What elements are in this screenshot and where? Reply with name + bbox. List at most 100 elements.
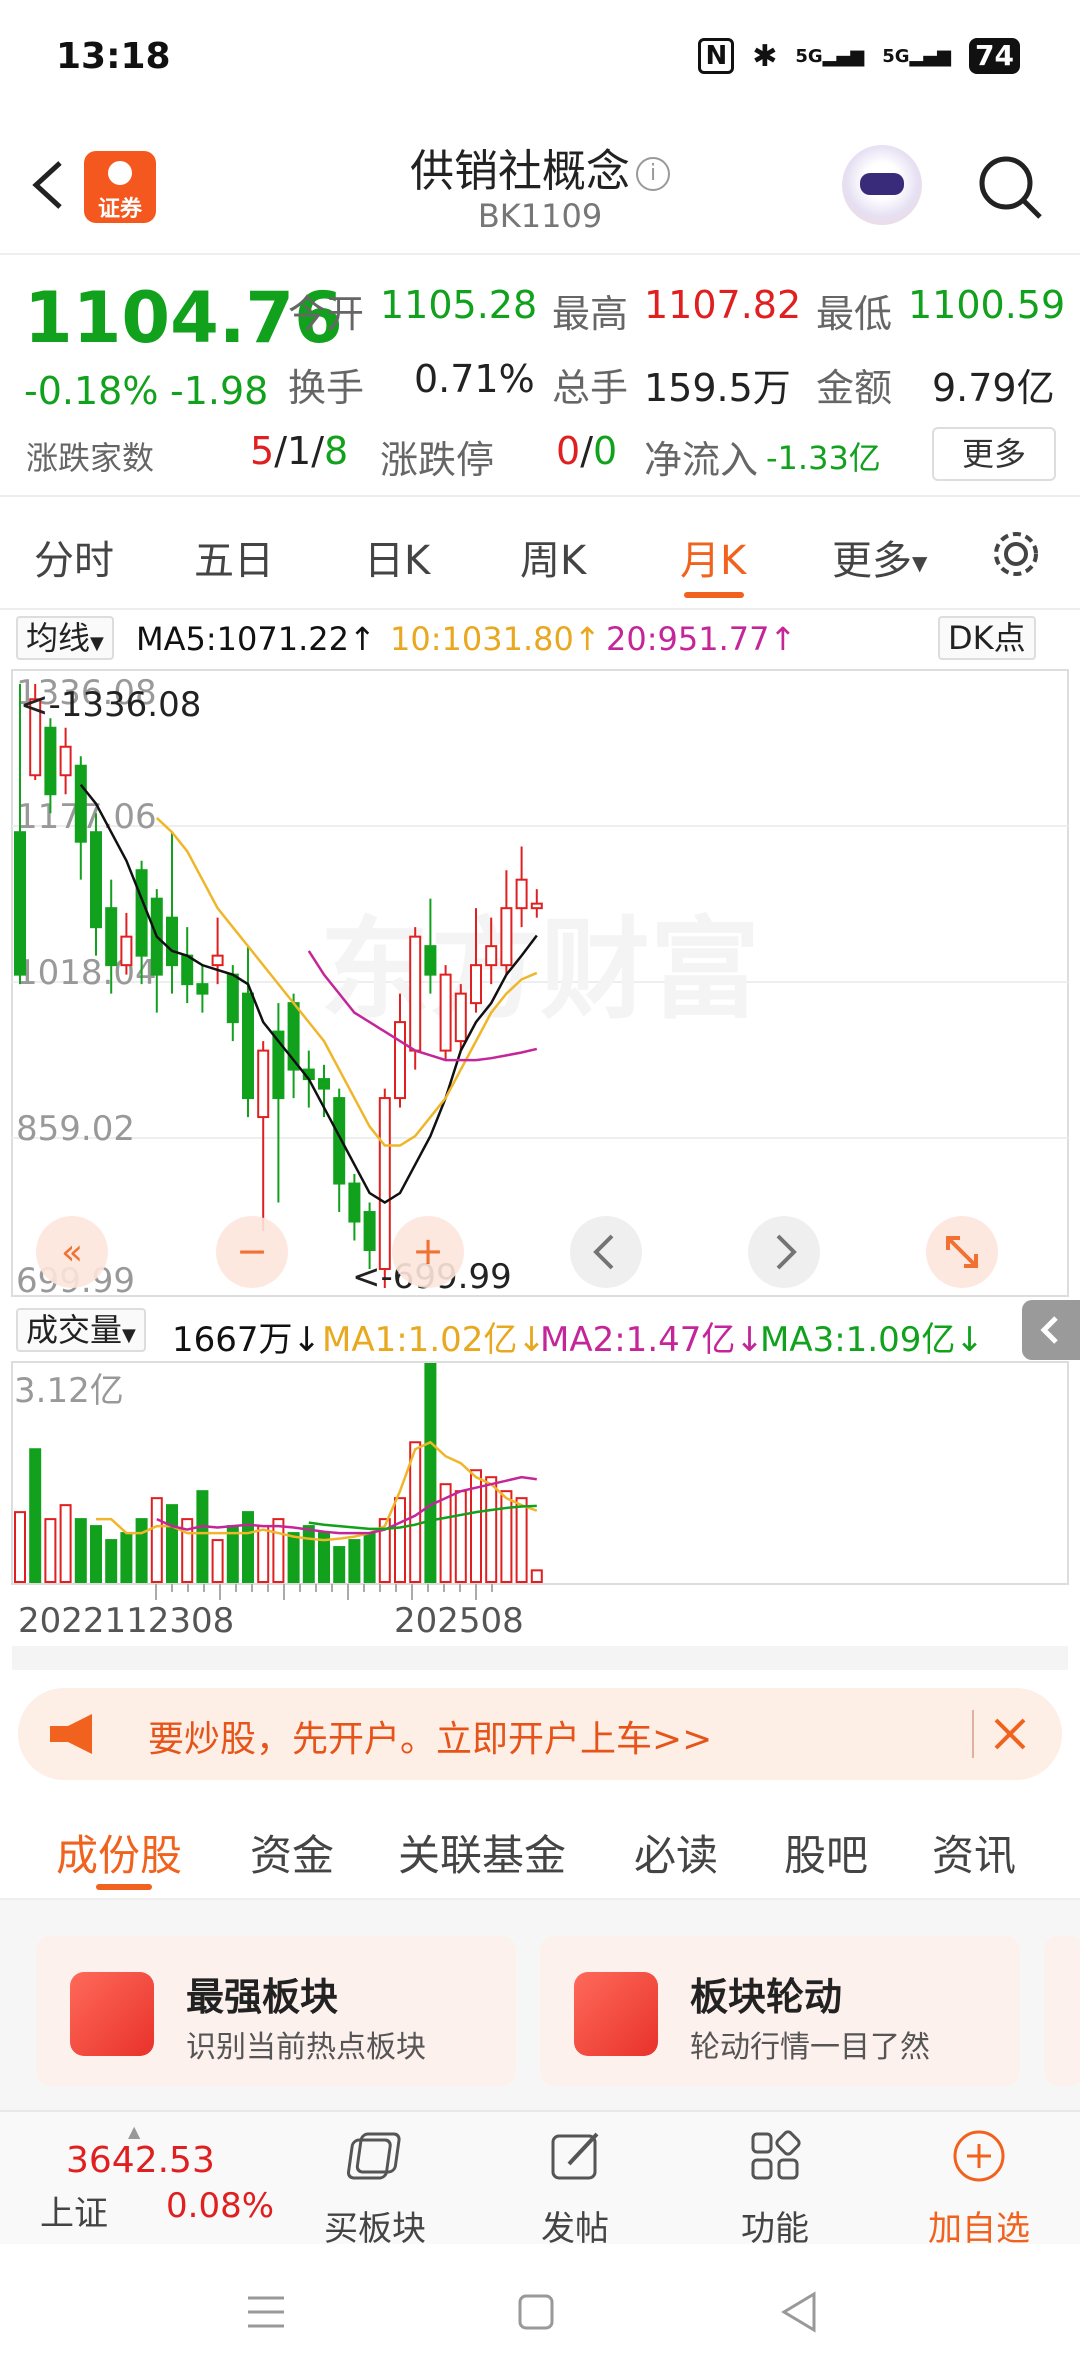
open-account-banner[interactable]: 要炒股，先开户。立即开户上车>> (18, 1688, 1062, 1780)
info-icon[interactable]: i (636, 157, 670, 191)
ma20-value: 20:951.77↑ (606, 620, 797, 658)
chart-controls: « − + (36, 1216, 998, 1288)
vol-ma2-value: MA2:1.47亿↓ (540, 1320, 764, 1360)
candle-body (120, 935, 133, 967)
index-ticker[interactable]: ▲ 3642.53 上证 0.08% (20, 2122, 280, 2234)
close-icon[interactable] (990, 1714, 1030, 1754)
date-label-left: 2022112308 (18, 1601, 234, 1641)
status-icons: N ✱ 5G▂▄▆ 5G▂▄▆ 74 (698, 34, 1020, 78)
header: 证券 供销社概念 i BK1109 (0, 115, 1080, 255)
volume-bar (44, 1518, 57, 1584)
card-strongest-sector[interactable]: 最强板块 识别当前热点板块 (36, 1936, 516, 2086)
candle-body (135, 869, 148, 957)
dropdown-caret-icon: ▼ (912, 551, 928, 575)
megaphone-icon (50, 1714, 92, 1754)
card-title: 最强板块 (186, 1975, 339, 2019)
tab-more[interactable]: 更多▼ (832, 528, 927, 586)
tab-timeshare[interactable]: 分时 (34, 528, 114, 586)
ma5-value: MA5:1071.22↑ (136, 620, 376, 658)
functions-button[interactable]: 功能 (700, 2126, 850, 2250)
ma-legend-bar: 均线▼ MA5:1071.22↑ 10:1031.80↑ 20:951.77↑ … (0, 612, 1080, 666)
candle-body (530, 902, 543, 910)
volume-value: 159.5万 (644, 366, 791, 410)
chevron-left-icon (1040, 1316, 1058, 1344)
index-change: 0.08% (166, 2186, 275, 2226)
card-sector-rotation[interactable]: 板块轮动 轮动行情一目了然 (540, 1936, 1020, 2086)
menu-icon[interactable] (246, 2292, 286, 2332)
candle-body (105, 907, 118, 967)
tab-daily-k[interactable]: 日K (364, 528, 430, 586)
zoom-in-button[interactable]: + (392, 1216, 464, 1288)
search-icon[interactable] (974, 151, 1046, 223)
tab-constituents[interactable]: 成份股 (56, 1822, 182, 1883)
volume-bar (226, 1525, 239, 1584)
candle-body (226, 973, 239, 1024)
assistant-robot-icon[interactable] (842, 145, 922, 225)
tab-news[interactable]: 资讯 (932, 1822, 1016, 1883)
card-subtitle: 识别当前热点板块 (186, 2030, 426, 2065)
high-value: 1107.82 (644, 283, 802, 327)
tab-weekly-k[interactable]: 周K (520, 528, 586, 586)
scroll-right-button[interactable] (748, 1216, 820, 1288)
home-icon[interactable] (516, 2292, 556, 2332)
tab-five-day[interactable]: 五日 (194, 528, 274, 586)
volume-bar (500, 1490, 513, 1584)
change-percent: -0.18% (24, 369, 159, 413)
index-name: 上证 (40, 2194, 108, 2234)
collapse-panel-button[interactable] (1022, 1300, 1080, 1360)
nfc-icon: N (698, 38, 735, 74)
buy-sector-button[interactable]: 买板块 (300, 2126, 450, 2250)
volume-bar (29, 1448, 42, 1583)
bluetooth-icon: ✱ (752, 38, 778, 74)
settings-gear-icon[interactable] (988, 526, 1044, 582)
volume-bar (394, 1497, 406, 1583)
signal-icon-1: 5G▂▄▆ (795, 45, 865, 67)
volume-value: 1667万↓ (172, 1320, 322, 1360)
volume-bar (333, 1546, 346, 1583)
candle-body (394, 1021, 406, 1100)
candle-body (257, 1049, 270, 1119)
ma-selector[interactable]: 均线▼ (16, 616, 114, 660)
tab-funds[interactable]: 资金 (250, 1822, 334, 1883)
volume-bar (348, 1539, 361, 1583)
volume-bar (530, 1569, 543, 1583)
volume-bar (150, 1497, 163, 1583)
post-button[interactable]: 发帖 (500, 2126, 650, 2250)
volume-bar (424, 1363, 437, 1583)
dk-point-selector[interactable]: DK点 (938, 616, 1036, 660)
indicator-selector[interactable]: 成交量▼ (16, 1308, 146, 1352)
volume-chart[interactable]: 3.12亿 2022112308 202508 (0, 1360, 1080, 1670)
add-circle-icon (953, 2130, 1005, 2182)
low-label: 最低 (816, 292, 893, 336)
candlestick-chart[interactable]: 东方财富 1336.08 1177.06 1018.04 859.02 699.… (0, 668, 1080, 1298)
volume-bar (485, 1476, 498, 1583)
period-tabs: 分时 五日 日K 周K 月K 更多▼ (0, 500, 1080, 610)
back-nav-icon[interactable] (780, 2290, 820, 2334)
index-value: 3642.53 (66, 2140, 215, 2181)
breadth-values: 5/1/8 (250, 429, 349, 473)
card-next-partial[interactable] (1044, 1936, 1080, 2086)
battery-icon: 74 (969, 38, 1020, 74)
more-button[interactable]: 更多 (932, 427, 1056, 481)
open-value: 1105.28 (380, 283, 538, 327)
volume-bar (242, 1511, 254, 1583)
tab-forum[interactable]: 股吧 (784, 1822, 868, 1883)
candle-body (500, 907, 513, 967)
candle-body (424, 945, 437, 976)
scroll-left-fast-button[interactable]: « (36, 1216, 108, 1288)
volume-bar (257, 1525, 270, 1584)
netflow-label: 净流入 (644, 438, 759, 482)
volume-bar (90, 1525, 102, 1584)
volume-bar (120, 1532, 133, 1583)
tab-must-read[interactable]: 必读 (634, 1822, 718, 1883)
tab-related-funds[interactable]: 关联基金 (398, 1822, 566, 1883)
zoom-out-button[interactable]: − (216, 1216, 288, 1288)
scroll-left-button[interactable] (570, 1216, 642, 1288)
tab-monthly-k[interactable]: 月K (680, 528, 746, 586)
candle-body (409, 935, 422, 1052)
status-time: 13:18 (56, 36, 171, 77)
add-watchlist-button[interactable]: 加自选 (904, 2126, 1054, 2250)
fullscreen-button[interactable] (926, 1216, 998, 1288)
card-title: 板块轮动 (690, 1975, 843, 2019)
low-value: 1100.59 (908, 283, 1066, 327)
